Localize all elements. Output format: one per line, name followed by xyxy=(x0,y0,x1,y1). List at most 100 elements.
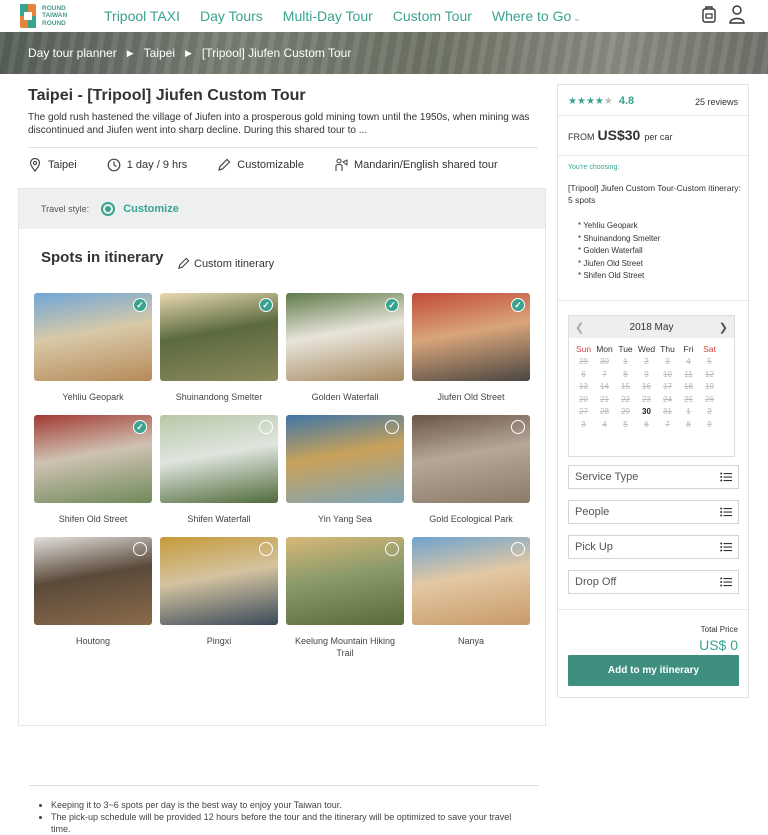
pencil-icon xyxy=(218,158,231,171)
spot-card[interactable]: ✓ Yehliu Geopark xyxy=(34,293,152,403)
unchecked-circle-icon[interactable] xyxy=(133,542,147,556)
nav-custom-tour[interactable]: Custom Tour xyxy=(393,8,472,24)
calendar-week: 13 14 15 16 17 18 19 xyxy=(569,381,734,394)
people-select[interactable]: People xyxy=(568,500,739,524)
nav-icons xyxy=(700,4,746,24)
spot-name: Yehliu Geopark xyxy=(62,392,124,402)
price-from-label: FROM xyxy=(568,132,595,142)
logo[interactable]: ROUND TAIWAN ROUND xyxy=(18,1,78,31)
list-icon xyxy=(720,472,732,482)
spot-card[interactable]: Gold Ecological Park xyxy=(412,415,530,525)
drop-off-placeholder: Drop Off xyxy=(575,576,617,588)
unchecked-circle-icon[interactable] xyxy=(259,542,273,556)
customize-radio[interactable] xyxy=(101,202,116,216)
spot-card[interactable]: Yin Yang Sea xyxy=(286,415,404,525)
spot-name: Keelung Mountain Hiking Trail xyxy=(294,636,396,658)
spot-name: Houtong xyxy=(75,636,111,646)
drop-off-select[interactable]: Drop Off xyxy=(568,570,739,594)
user-icon[interactable] xyxy=(728,4,746,24)
main-content: Taipei - [Tripool] Jiufen Custom Tour Th… xyxy=(18,74,546,834)
chosen-spot: * Yehliu Geopark xyxy=(578,221,638,230)
calendar-header: ❮ 2018 May ❯ xyxy=(569,316,734,338)
chevron-left-icon[interactable]: ❮ xyxy=(575,321,584,334)
booking-sidebar: ★★★★★ 4.8 25 reviews FROM US$30 per car … xyxy=(557,84,749,698)
spot-photo: ✓ xyxy=(34,293,152,381)
calendar-day-disabled: 14 xyxy=(600,382,609,391)
pencil-icon xyxy=(178,257,190,269)
calendar-day-disabled: 29 xyxy=(579,357,588,366)
divider xyxy=(558,609,748,610)
calendar-week: 3 4 5 6 7 8 9 xyxy=(569,419,734,432)
reviews-count[interactable]: 25 reviews xyxy=(695,97,738,107)
calendar-day-disabled: 15 xyxy=(621,382,630,391)
spot-card[interactable]: Keelung Mountain Hiking Trail xyxy=(286,537,404,659)
fact-duration: 1 day / 9 hrs xyxy=(107,158,187,172)
spot-card[interactable]: Shifen Waterfall xyxy=(160,415,278,525)
checked-circle-icon[interactable]: ✓ xyxy=(385,298,399,312)
calendar-day-disabled: 8 xyxy=(623,369,628,379)
pick-up-select[interactable]: Pick Up xyxy=(568,535,739,559)
custom-itinerary-link[interactable]: Custom itinerary xyxy=(177,257,274,270)
breadcrumb-day-tour-planner[interactable]: Day tour planner xyxy=(28,46,117,60)
spot-card[interactable]: Houtong xyxy=(34,537,152,647)
calendar-day-disabled: 24 xyxy=(663,394,672,404)
spot-card[interactable]: Pingxi xyxy=(160,537,278,647)
calendar-day-disabled: 3 xyxy=(665,357,670,366)
spot-card[interactable]: ✓ Shifen Old Street xyxy=(34,415,152,525)
checked-circle-icon[interactable]: ✓ xyxy=(133,298,147,312)
divider xyxy=(28,147,538,148)
service-type-select[interactable]: Service Type xyxy=(568,465,739,489)
people-placeholder: People xyxy=(575,506,610,518)
nav-day-tours[interactable]: Day Tours xyxy=(200,8,263,24)
fact-language: Mandarin/English shared tour xyxy=(334,158,498,172)
chevron-down-icon: ⌄ xyxy=(573,13,581,23)
checked-circle-icon[interactable]: ✓ xyxy=(133,420,147,434)
spot-name: Shuinandong Smelter xyxy=(175,392,263,402)
calendar-day-disabled: 5 xyxy=(707,357,712,366)
calendar-day-disabled: 10 xyxy=(663,369,672,379)
price-unit: per car xyxy=(644,132,673,142)
calendar-day-disabled: 1 xyxy=(623,357,628,366)
fact-customizable-text: Customizable xyxy=(237,159,304,171)
breadcrumb-taipei[interactable]: Taipei xyxy=(144,46,175,60)
unchecked-circle-icon[interactable] xyxy=(385,420,399,434)
customize-option-label[interactable]: Customize xyxy=(123,203,179,215)
calendar-day-disabled: 7 xyxy=(665,419,670,429)
nav-tripool-taxi[interactable]: Tripool TAXI xyxy=(104,8,180,24)
checked-circle-icon[interactable]: ✓ xyxy=(259,298,273,312)
tip-item: The pick-up schedule will be provided 12… xyxy=(51,811,531,835)
star-filled-icon: ★ xyxy=(568,95,577,107)
nav-multi-day-tour[interactable]: Multi-Day Tour xyxy=(283,8,373,24)
spot-card[interactable]: Nanya xyxy=(412,537,530,647)
calendar-day-disabled: 21 xyxy=(600,394,609,404)
spot-photo xyxy=(412,537,530,625)
rating: ★★★★★ 4.8 xyxy=(568,95,634,107)
spot-name: Jiufen Old Street xyxy=(437,392,505,402)
checked-circle-icon[interactable]: ✓ xyxy=(511,298,525,312)
unchecked-circle-icon[interactable] xyxy=(259,420,273,434)
nav-where-to-go[interactable]: Where to Go ⌄ xyxy=(492,8,581,24)
chevron-right-icon[interactable]: ❯ xyxy=(719,321,728,334)
choosing-label: You're choosing: xyxy=(568,164,620,171)
unchecked-circle-icon[interactable] xyxy=(385,542,399,556)
calendar-day-disabled: 9 xyxy=(644,369,649,379)
weekday-label: Wed xyxy=(637,344,656,354)
unchecked-circle-icon[interactable] xyxy=(511,420,525,434)
add-to-itinerary-button[interactable]: Add to my itinerary xyxy=(568,655,739,686)
list-icon xyxy=(720,577,732,587)
calendar-day-available[interactable]: 30 xyxy=(636,406,657,419)
weekday-label: Fri xyxy=(683,344,694,354)
unchecked-circle-icon[interactable] xyxy=(511,542,525,556)
tour-description: The gold rush hastened the village of Ji… xyxy=(28,112,530,136)
chosen-spot: * Shuinandong Smelter xyxy=(578,233,661,243)
calendar-day-disabled: 16 xyxy=(642,382,651,391)
list-icon xyxy=(720,507,732,517)
spot-card[interactable]: ✓ Jiufen Old Street xyxy=(412,293,530,403)
clock-icon xyxy=(107,158,121,172)
weekday-label: Sat xyxy=(703,344,716,354)
spot-card[interactable]: ✓ Shuinandong Smelter xyxy=(160,293,278,403)
calendar-day-disabled: 30 xyxy=(600,357,609,366)
date-calendar: ❮ 2018 May ❯ Sun Mon Tue Wed Thu Fri Sat 29 30 1… xyxy=(568,315,735,457)
backpack-icon[interactable] xyxy=(700,4,718,24)
spot-card[interactable]: ✓ Golden Waterfall xyxy=(286,293,404,403)
